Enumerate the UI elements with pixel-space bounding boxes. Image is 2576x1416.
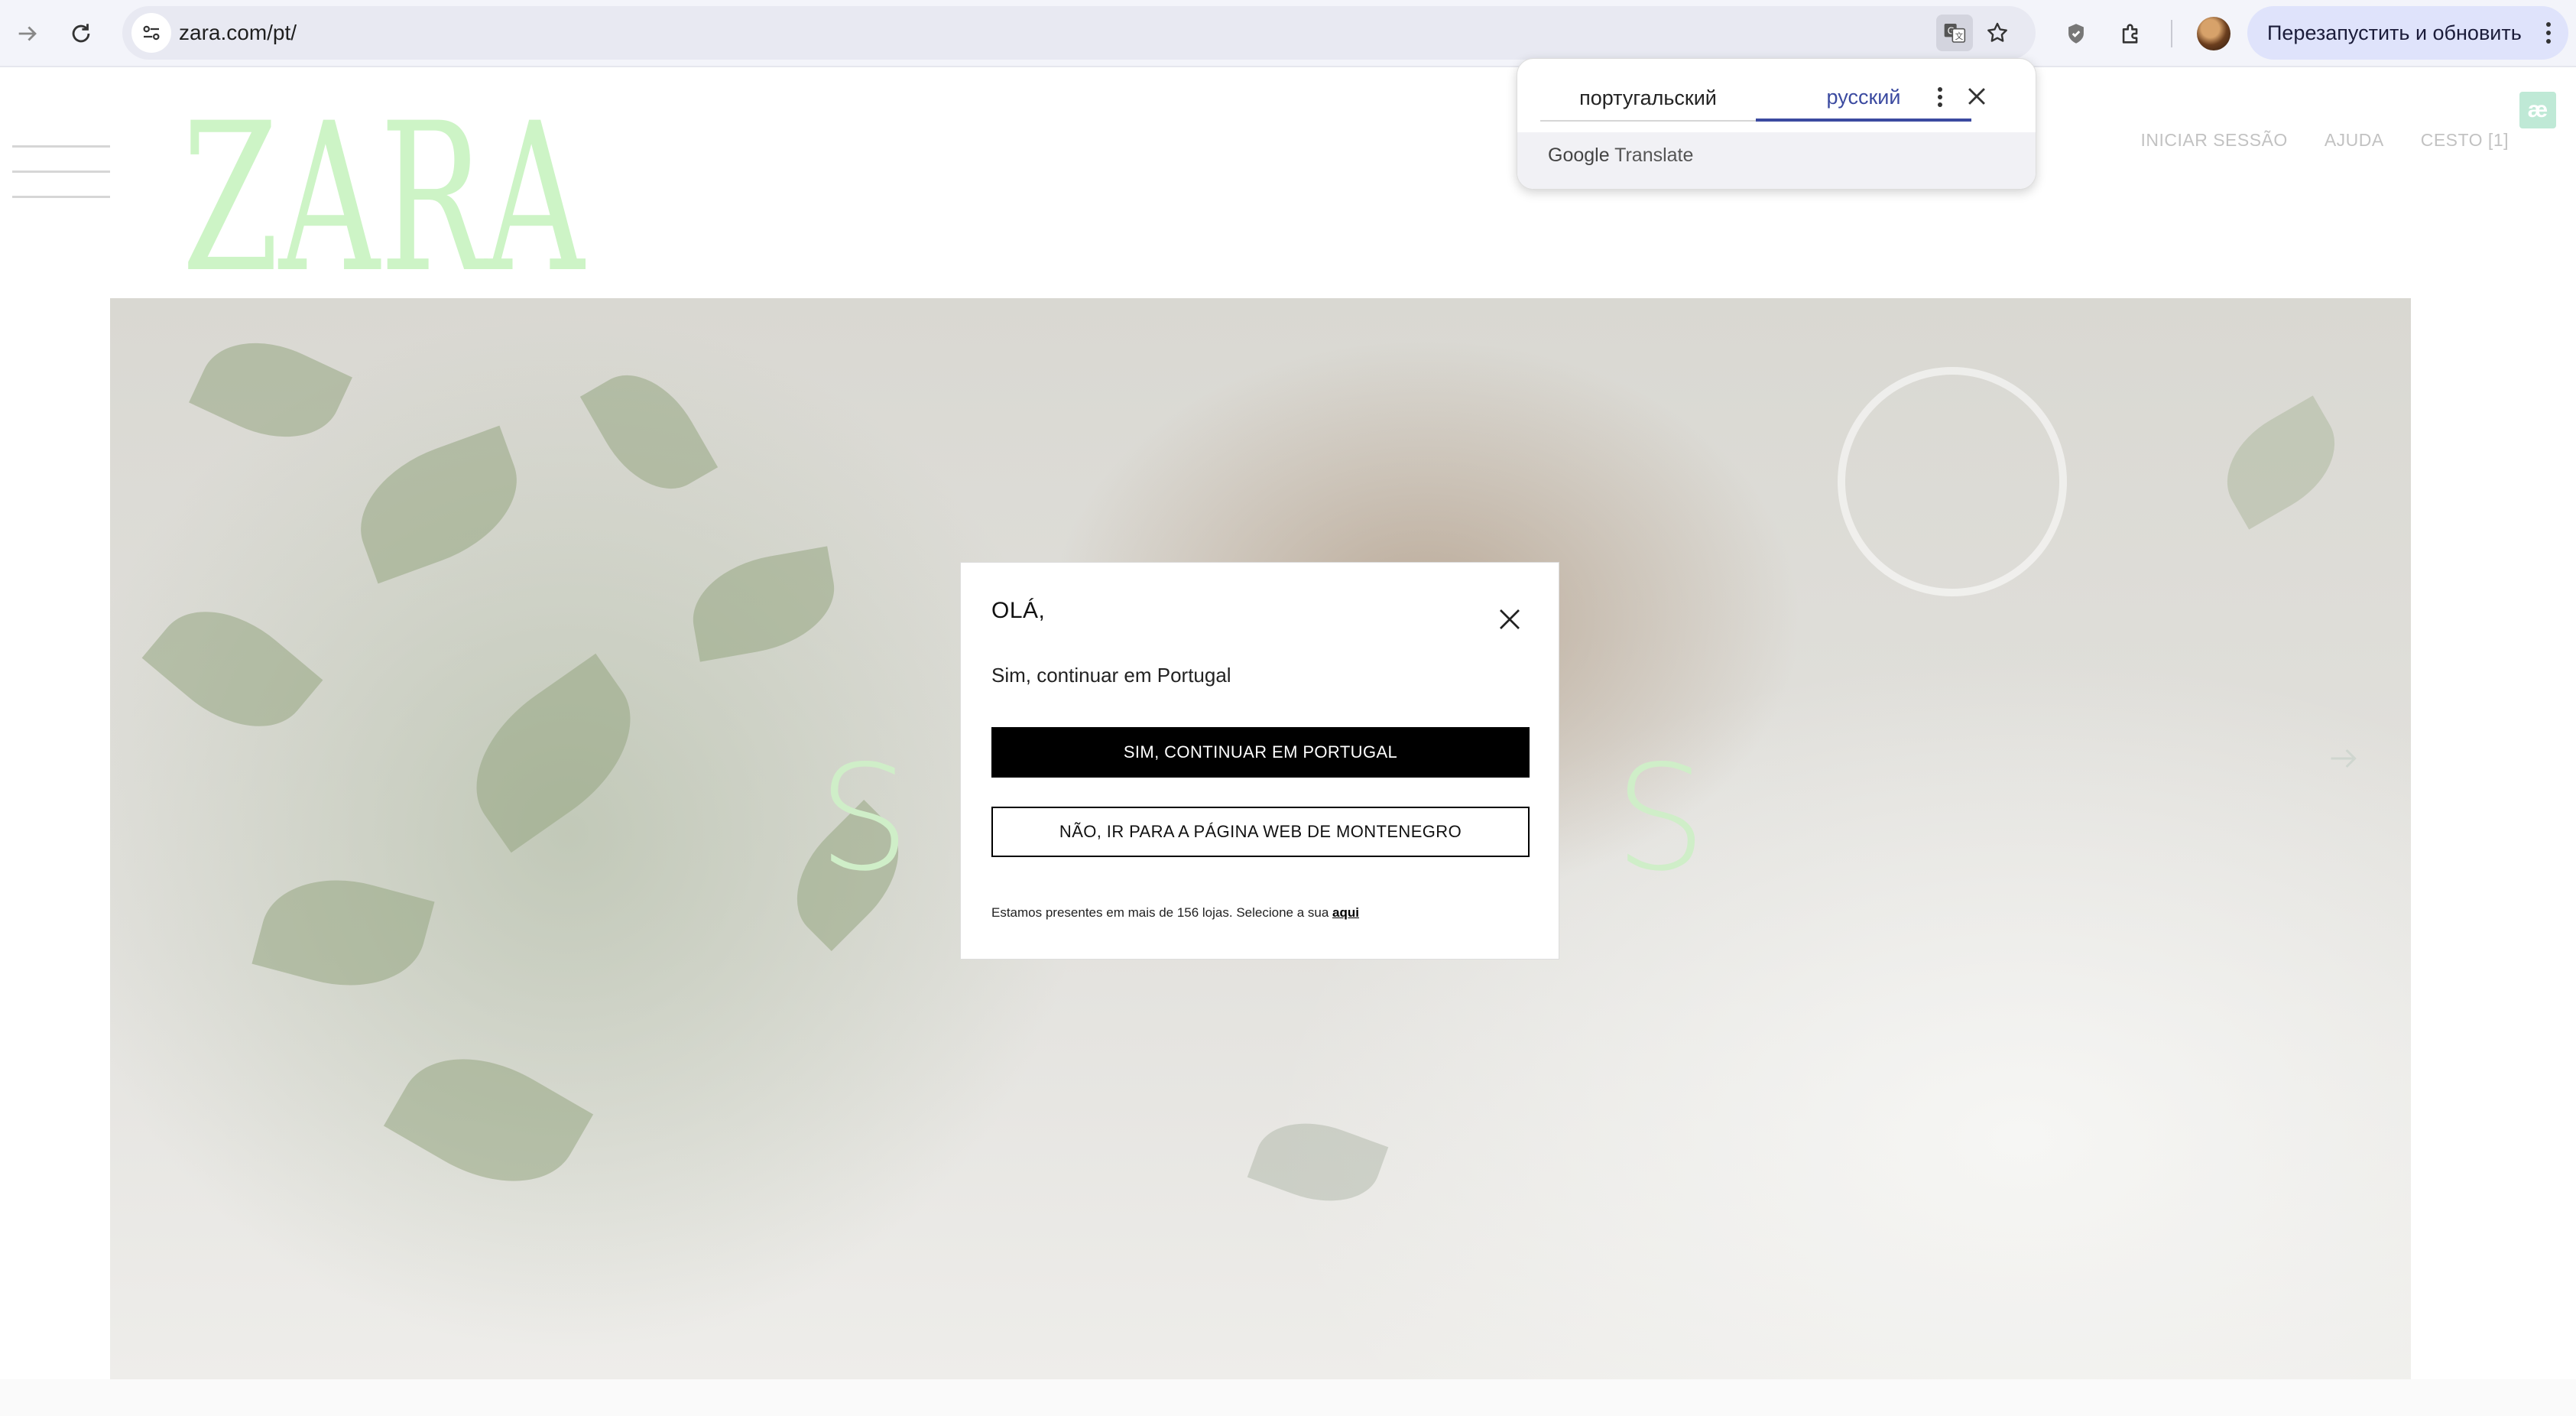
top-navigation: INICIAR SESSÃO AJUDA CESTO [1] [2140,130,2509,151]
modal-subtitle: Sim, continuar em Portugal [991,664,1231,687]
address-bar[interactable]: zara.com/pt/ G文 [122,6,2036,60]
profile-avatar[interactable] [2197,17,2230,50]
menu-hamburger-icon[interactable] [12,145,110,199]
translate-icon[interactable]: G文 [1936,15,1973,51]
hero-letter-left: S [818,734,910,903]
url-text[interactable]: zara.com/pt/ [179,6,297,60]
footnote-text: Estamos presentes em mais de 156 lojas. … [991,905,1333,920]
tab-source-language[interactable]: португальский [1540,76,1756,122]
reload-button[interactable] [61,14,101,54]
page-bottom-strip [0,1379,2576,1416]
hero-glasses-shape [1838,367,2067,596]
site-settings-icon[interactable] [131,13,171,53]
hero-letter-right: S [1614,734,1707,903]
help-link[interactable]: AJUDA [2325,130,2384,151]
ae-extension-badge[interactable]: æ [2519,92,2556,128]
extension-shield-icon[interactable] [2056,14,2096,54]
select-store-link[interactable]: aqui [1332,905,1359,920]
google-translate-brand: Google Translate [1548,145,1693,167]
login-link[interactable]: INICIAR SESSÃO [2140,130,2287,151]
svg-text:文: 文 [1955,31,1964,41]
modal-footnote: Estamos presentes em mais de 156 lojas. … [991,905,1359,921]
translate-close-icon[interactable] [1964,83,1990,109]
browser-toolbar: zara.com/pt/ G文 Перезапустить и обновить [0,0,2576,67]
zara-logo[interactable]: ZARA [182,99,586,283]
language-tabs: португальский русский [1540,76,1971,122]
country-selection-modal: OLÁ, Sim, continuar em Portugal SIM, CON… [960,562,1559,960]
reload-icon [72,24,90,43]
extensions-puzzle-icon[interactable] [2111,14,2151,54]
go-montenegro-button[interactable]: NÃO, IR PARA A PÁGINA WEB DE MONTENEGRO [991,807,1530,857]
basket-link[interactable]: CESTO [1] [2421,130,2509,151]
continue-portugal-button[interactable]: SIM, CONTINUAR EM PORTUGAL [991,727,1530,778]
translate-popup: португальский русский Google Translate [1517,58,2036,190]
carousel-next-arrow-icon[interactable] [2327,742,2360,775]
arrow-right-icon [18,26,37,41]
brand-google: Google [1548,145,1610,166]
relaunch-label: Перезапустить и обновить [2267,21,2522,44]
toolbar-divider [2171,20,2172,47]
svg-text:ZARA: ZARA [182,99,586,283]
translate-options-icon[interactable] [1929,82,1951,112]
modal-close-icon[interactable] [1496,606,1523,633]
brand-translate: Translate [1614,145,1694,166]
more-menu-icon[interactable] [2545,22,2552,44]
modal-title: OLÁ, [991,598,1046,623]
relaunch-update-button[interactable]: Перезапустить и обновить [2247,6,2568,60]
bookmark-star-icon[interactable] [1979,15,2016,51]
forward-button[interactable] [8,14,47,54]
